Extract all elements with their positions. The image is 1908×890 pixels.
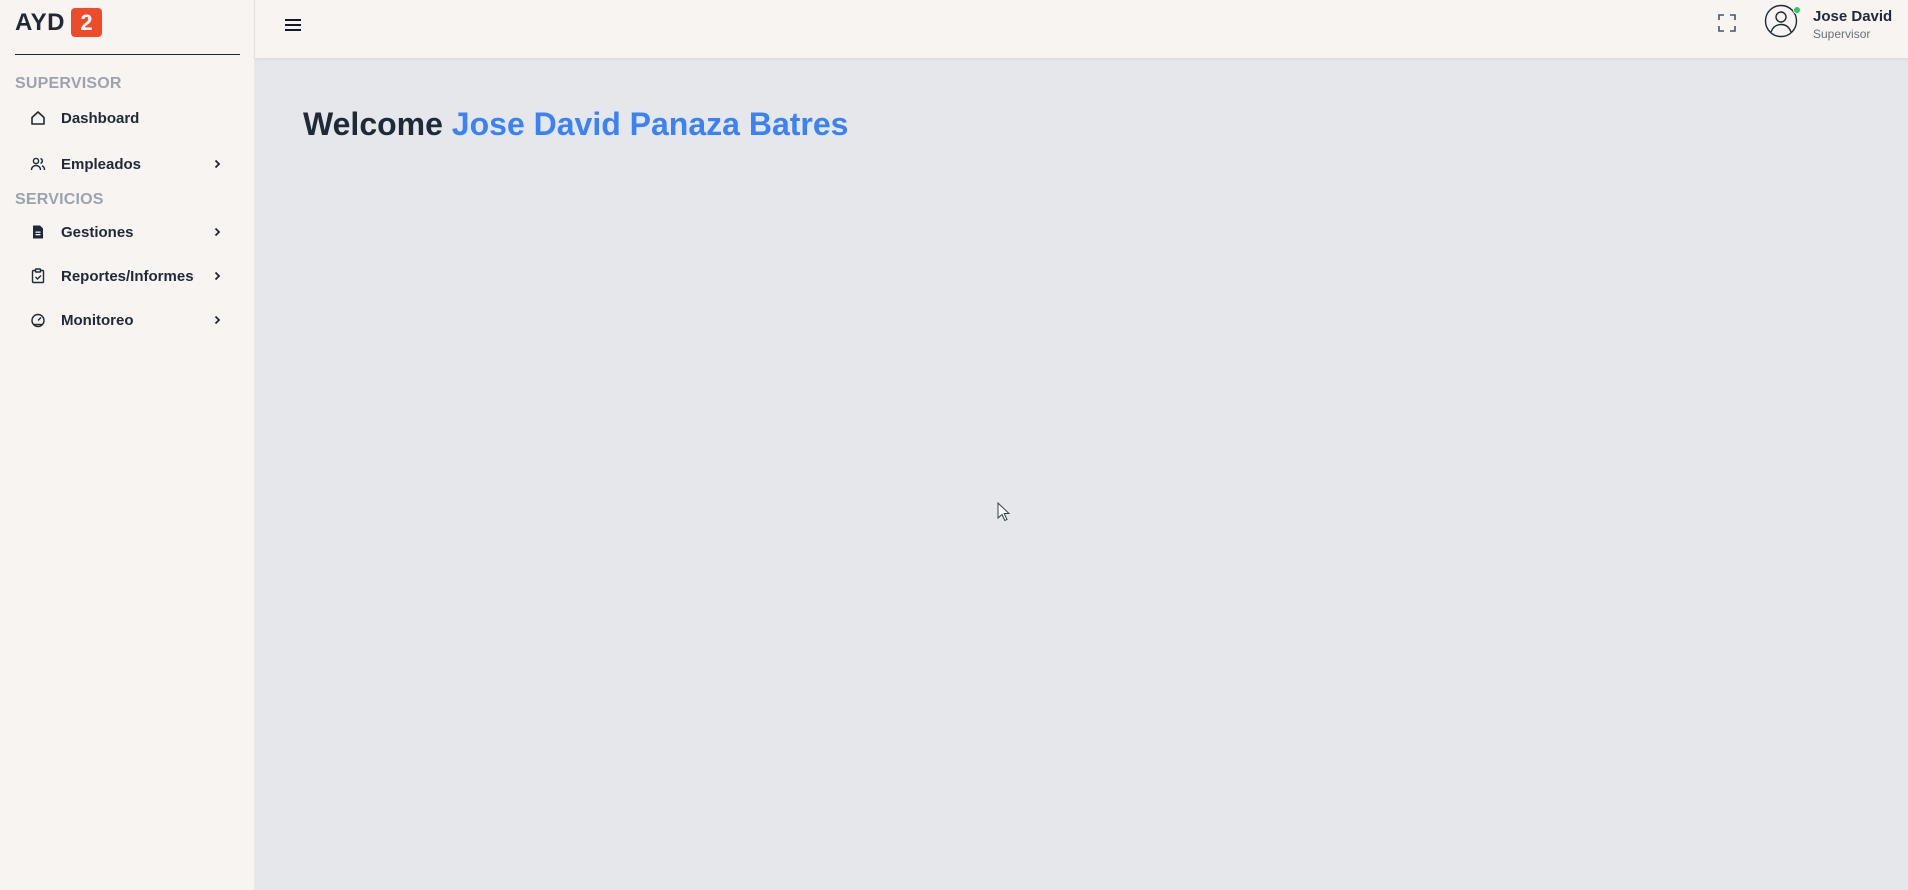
sidebar-item-label: Monitoreo <box>61 311 134 329</box>
fullscreen-icon <box>1718 13 1736 37</box>
sidebar-item-dashboard[interactable]: Dashboard <box>30 103 225 133</box>
section-title-supervisor: SUPERVISOR <box>15 75 122 92</box>
sidebar-item-label: Reportes/Informes <box>61 267 194 285</box>
chevron-right-icon <box>209 156 225 172</box>
user-name[interactable]: Jose David <box>1813 8 1892 25</box>
gauge-icon <box>30 312 46 328</box>
sidebar-item-label: Gestiones <box>61 223 134 241</box>
clipboard-check-icon <box>30 268 46 284</box>
sidebar-item-gestiones[interactable]: Gestiones <box>30 217 225 247</box>
sidebar-item-reportes[interactable]: Reportes/Informes <box>30 261 225 291</box>
mouse-cursor-icon <box>997 501 1011 522</box>
section-title-servicios: SERVICIOS <box>15 191 104 208</box>
top-header: Jose David Supervisor <box>255 0 1908 58</box>
home-icon <box>30 110 46 126</box>
online-status-badge <box>1793 6 1801 14</box>
welcome-prefix: Welcome <box>303 106 443 142</box>
sidebar-item-label: Dashboard <box>61 109 140 127</box>
brand-text: AYD <box>15 8 65 36</box>
brand-badge: 2 <box>70 8 102 37</box>
brand-divider <box>15 54 240 55</box>
brand-logo[interactable]: AYD 2 <box>15 8 102 37</box>
user-circle-icon <box>1764 4 1798 42</box>
sidebar-item-monitoreo[interactable]: Monitoreo <box>30 305 225 335</box>
menu-toggle-button[interactable] <box>280 14 306 40</box>
hamburger-icon <box>285 18 301 37</box>
file-icon <box>30 224 46 240</box>
sidebar-item-empleados[interactable]: Empleados <box>30 149 225 179</box>
fullscreen-button[interactable] <box>1716 13 1738 37</box>
sidebar-item-label: Empleados <box>61 155 142 173</box>
user-role: Supervisor <box>1813 27 1871 41</box>
chevron-right-icon <box>209 312 225 328</box>
users-icon <box>30 156 46 172</box>
welcome-user-name: Jose David Panaza Batres <box>451 106 849 142</box>
chevron-right-icon <box>209 268 225 284</box>
sidebar: AYD 2 SUPERVISOR Dashboard Empleados SER… <box>0 0 255 890</box>
page-title: Welcome Jose David Panaza Batres <box>303 106 848 143</box>
chevron-right-icon <box>209 224 225 240</box>
